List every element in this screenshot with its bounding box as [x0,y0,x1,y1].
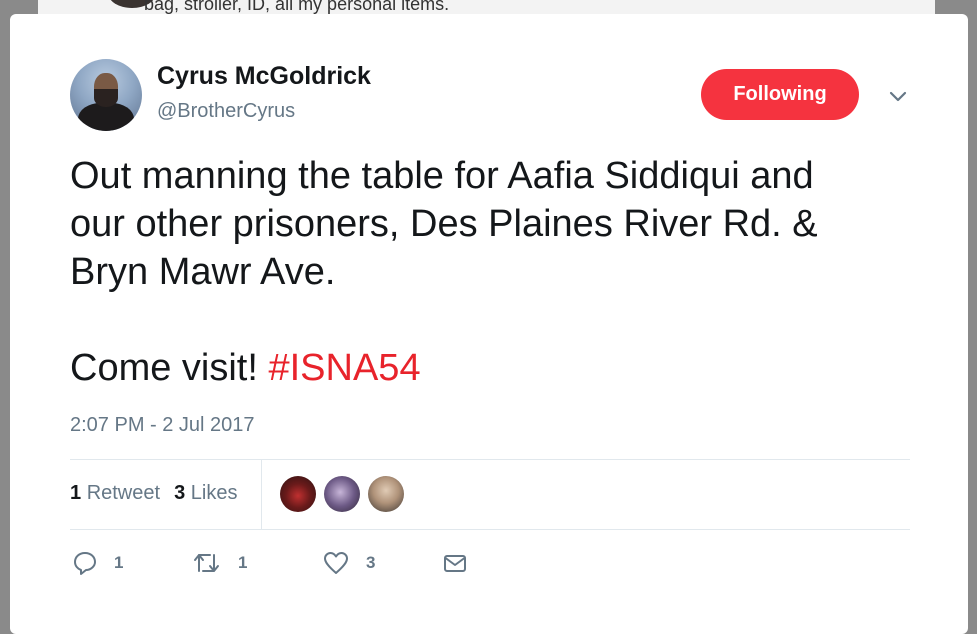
tweet-card: Cyrus McGoldrick @BrotherCyrus Following… [10,14,968,634]
divider [70,529,910,530]
tweet-text-line: Out manning the table for Aafia Siddiqui… [70,155,814,197]
likes-label: Likes [190,482,238,504]
like-count: 3 [366,553,376,572]
likers-avatars [280,476,404,512]
tweet-text-line: our other prisoners, Des Plaines River R… [70,203,818,245]
author-handle[interactable]: @BrotherCyrus [157,100,295,123]
chevron-down-icon[interactable] [886,84,910,108]
tweet-timestamp[interactable]: 2:07 PM - 2 Jul 2017 [70,414,255,437]
author-name[interactable]: Cyrus McGoldrick [157,62,371,91]
author-avatar[interactable] [70,59,142,131]
reply-count: 1 [114,553,124,572]
reply-icon [72,550,98,576]
tweet-stats: 1 Retweet 3 Likes [70,482,237,505]
hashtag-link[interactable]: #ISNA54 [268,347,420,389]
retweet-count: 1 [238,553,248,572]
liker-avatar[interactable] [280,476,316,512]
envelope-icon [442,550,468,576]
heart-icon [322,550,350,576]
following-button[interactable]: Following [701,69,859,120]
liker-avatar[interactable] [368,476,404,512]
like-button[interactable]: 3 [322,550,375,576]
background-tweet-text: bag, stroller, ID, all my personal items… [144,0,450,14]
retweet-button[interactable]: 1 [192,550,247,576]
direct-message-button[interactable] [442,550,468,576]
background-tweet: bag, stroller, ID, all my personal items… [38,0,935,14]
retweets-stat[interactable]: 1 Retweet [70,482,160,505]
retweets-label: Retweet [86,482,161,504]
tweet-text-line: Bryn Mawr Ave. [70,251,336,293]
liker-avatar[interactable] [324,476,360,512]
stats-divider [261,460,262,530]
tweet-actions: 1 1 3 [72,550,912,580]
reply-button[interactable]: 1 [72,550,123,576]
tweet-text-line: Come visit! #ISNA54 [70,344,930,392]
likes-count: 3 [174,482,186,504]
tweet-text-prefix: Come visit! [70,347,269,389]
retweet-icon [192,550,222,576]
tweet-text: Out manning the table for Aafia Siddiqui… [70,152,930,392]
divider [70,459,910,460]
retweets-count: 1 [70,482,82,504]
likes-stat[interactable]: 3 Likes [174,482,237,505]
